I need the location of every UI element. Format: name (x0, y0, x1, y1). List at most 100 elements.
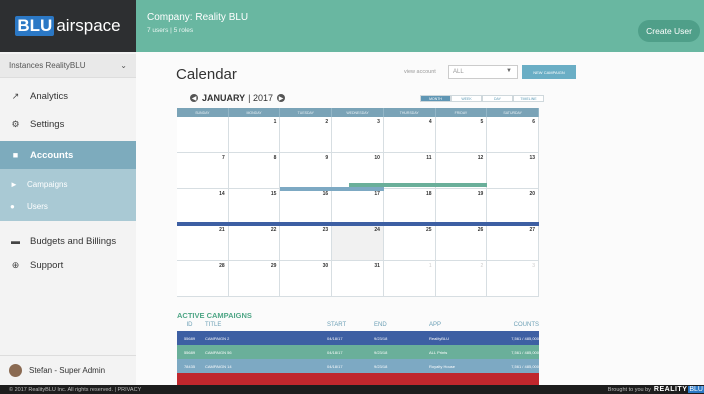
calendar-day[interactable]: 13 (487, 153, 540, 189)
calendar-day[interactable]: 22 (228, 225, 281, 261)
copyright-text[interactable]: © 2017 RealityBLU Inc. All rights reserv… (9, 387, 141, 393)
day-number: 18 (426, 191, 432, 197)
active-campaigns-title: ACTIVE CAMPAIGNS (177, 311, 252, 320)
column-header[interactable]: APP (429, 322, 499, 330)
column-header[interactable]: START (327, 322, 374, 330)
weekday-label: WEDNESDAY (332, 108, 384, 117)
day-number: 3 (532, 263, 536, 269)
briefcase-icon: ■ (12, 150, 19, 160)
day-number: 15 (270, 191, 277, 197)
lifebuoy-icon: ⊕ (11, 259, 20, 270)
calendar-day[interactable]: 31 (332, 261, 384, 297)
table-cell-counts: 7,561 / 485,000 (511, 335, 539, 341)
calendar-day[interactable]: 2 (435, 261, 488, 297)
calendar-day[interactable]: 1 (228, 117, 281, 153)
table-cell-start: 04/18/17 (327, 363, 343, 369)
calendar-day[interactable]: 1 (383, 261, 436, 297)
calendar-day[interactable]: 7 (177, 153, 229, 189)
main-content: Calendar view account ALL ▼ NEW CAMPAIGN… (136, 52, 704, 385)
table-row[interactable] (177, 373, 539, 385)
calendar-day[interactable]: 20 (487, 189, 540, 225)
calendar-day[interactable]: 30 (280, 261, 333, 297)
day-number: 31 (374, 263, 380, 269)
calendar-day[interactable]: 15 (228, 189, 281, 225)
chevron-down-icon: ⌄ (120, 61, 127, 70)
logo[interactable]: BLU airspace (0, 0, 136, 52)
calendar-day[interactable]: 8 (228, 153, 281, 189)
column-header[interactable]: ID (177, 322, 202, 330)
calendar-day[interactable]: 5 (435, 117, 488, 153)
campaigns-table-body: 55689 CAMPAIGN 2 04/18/17 9/23/18 RealityBLU… (177, 331, 539, 385)
user-profile[interactable]: Stefan - Super Admin (0, 355, 136, 385)
view-tab-month[interactable]: MONTH (420, 95, 451, 102)
day-number: 3 (377, 119, 380, 125)
weekday-label: SUNDAY (177, 108, 229, 117)
month-label: JANUARY (202, 93, 246, 103)
view-tab-day[interactable]: DAY (482, 95, 513, 102)
calendar-week: 1 2 3 4 5 6 (177, 117, 540, 153)
campaign-event-bar[interactable] (177, 222, 539, 226)
calendar-day[interactable]: 25 (383, 225, 436, 261)
instances-dropdown[interactable]: Instances RealityBLU ⌄ (0, 54, 136, 78)
calendar-day[interactable]: 19 (435, 189, 488, 225)
view-tab-week[interactable]: WEEK (451, 95, 482, 102)
calendar-day[interactable]: 27 (487, 225, 540, 261)
calendar-day[interactable]: 9 (280, 153, 333, 189)
calendar-day[interactable]: 29 (228, 261, 281, 297)
create-user-button[interactable]: Create User (638, 20, 700, 42)
calendar-day[interactable]: 18 (383, 189, 436, 225)
day-number: 9 (325, 155, 329, 161)
calendar-day[interactable]: 28 (177, 261, 229, 297)
day-number: 13 (529, 155, 536, 161)
weekday-label: MONDAY (229, 108, 281, 117)
nav-label: Budgets and Billings (30, 235, 117, 247)
calendar-day[interactable]: 14 (177, 189, 229, 225)
day-number: 16 (322, 191, 329, 197)
day-number: 6 (532, 119, 536, 125)
calendar-week: 28 29 30 31 1 2 3 (177, 261, 540, 297)
nav-label: Settings (30, 118, 65, 130)
nav-accounts[interactable]: ■ Accounts (0, 141, 136, 169)
calendar-day[interactable]: 6 (487, 117, 540, 153)
calendar-day[interactable]: 24 (332, 225, 384, 261)
column-header[interactable]: TITLE (202, 322, 327, 330)
account-select[interactable]: ALL ▼ (448, 65, 518, 79)
users-icon: ● (10, 201, 15, 211)
nav-support[interactable]: ⊕ Support (0, 251, 136, 279)
table-row[interactable]: 78435 CAMPAIGN 14 04/18/17 9/23/18 Royalty H… (177, 359, 539, 373)
nav-analytics[interactable]: ↗ Analytics (0, 82, 136, 110)
subnav-campaigns[interactable]: ► Campaigns (0, 173, 136, 195)
new-campaign-button[interactable]: NEW CAMPAIGN (522, 65, 576, 79)
prev-month-icon[interactable]: ◀ (190, 94, 198, 102)
calendar-day[interactable]: 3 (332, 117, 384, 153)
accounts-submenu: ► Campaigns ● Users (0, 169, 136, 221)
day-number: 21 (219, 227, 225, 233)
account-select-value: ALL (453, 69, 464, 75)
avatar (9, 364, 22, 377)
calendar-day[interactable]: 21 (177, 225, 229, 261)
nav-settings[interactable]: ⚙ Settings (0, 110, 136, 138)
calendar-day[interactable] (177, 117, 229, 153)
footer: © 2017 RealityBLU Inc. All rights reserv… (0, 385, 704, 394)
view-tab-timeline[interactable]: TIMELINE (513, 95, 544, 102)
table-row[interactable]: 55689 CAMPAIGN 56 04/18/17 9/23/18 ALL Print… (177, 345, 539, 359)
campaign-event-bar[interactable] (280, 187, 384, 191)
column-header[interactable]: END (374, 322, 429, 330)
top-header: Company: Reality BLU 7 users | 5 roles C… (136, 0, 704, 52)
weekday-label: TUESDAY (280, 108, 333, 117)
calendar-day[interactable]: 23 (280, 225, 333, 261)
calendar-day[interactable]: 2 (280, 117, 333, 153)
calendar-day[interactable]: 17 (332, 189, 384, 225)
calendar-day[interactable]: 16 (280, 189, 333, 225)
day-number: 27 (529, 227, 536, 233)
subnav-users[interactable]: ● Users (0, 195, 136, 217)
calendar-day[interactable]: 3 (487, 261, 540, 297)
table-row[interactable]: 55689 CAMPAIGN 2 04/18/17 9/23/18 RealityBLU… (177, 331, 539, 345)
column-header[interactable]: COUNTS (499, 322, 539, 330)
calendar-day[interactable]: 4 (383, 117, 436, 153)
next-month-icon[interactable]: ▶ (277, 94, 286, 102)
table-cell-end: 9/23/18 (374, 335, 388, 341)
calendar-day[interactable]: 26 (435, 225, 488, 261)
nav-label: Analytics (30, 90, 69, 102)
logo-text: airspace (56, 16, 121, 35)
